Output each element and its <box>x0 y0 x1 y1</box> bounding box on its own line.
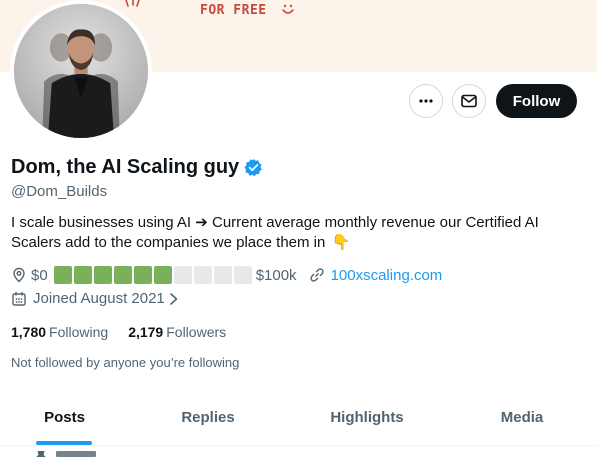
progress-segment-filled <box>153 266 172 284</box>
pointing-down-emoji: 👇 <box>331 234 351 251</box>
profile-meta-row: $0 $100k 100xscaling.com <box>11 266 442 284</box>
progress-segment-empty <box>173 266 192 284</box>
pinned-post-peek <box>36 451 96 457</box>
pinned-label-clipped <box>56 451 96 457</box>
profile-bio: I scale businesses using AI ➔ Current av… <box>11 213 581 253</box>
following-label: Following <box>49 324 109 340</box>
joined-date: Joined August 2021 <box>33 290 165 307</box>
profile-avatar[interactable] <box>10 0 152 142</box>
website-link[interactable]: 100xscaling.com <box>331 267 443 284</box>
progress-segment-empty <box>233 266 252 284</box>
followers-count: 2,179 <box>128 324 164 340</box>
location-pin-icon <box>13 267 25 283</box>
following-link[interactable]: 1,780 Following <box>11 324 108 340</box>
tab-label: Media <box>500 409 544 426</box>
link-icon <box>309 268 324 282</box>
tab-label: Highlights <box>330 409 404 426</box>
following-count: 1,780 <box>11 324 47 340</box>
pin-icon <box>36 451 46 457</box>
progress-segment-filled <box>53 266 72 284</box>
avatar-photo <box>14 4 148 138</box>
profile-tabs: Posts Replies Highlights Media <box>0 390 597 445</box>
tab-label: Replies <box>181 409 235 426</box>
progress-segment-filled <box>113 266 132 284</box>
progress-segment-empty <box>213 266 232 284</box>
tab-media[interactable]: Media <box>447 390 597 445</box>
tab-label: Posts <box>44 409 85 426</box>
profile-stats: 1,780 Following 2,179 Followers <box>11 324 226 340</box>
progress-segment-filled <box>73 266 92 284</box>
tab-replies[interactable]: Replies <box>129 390 287 445</box>
joined-row[interactable]: Joined August 2021 <box>11 290 180 307</box>
location-start: $0 <box>31 266 48 284</box>
more-dots-icon <box>419 99 433 103</box>
revenue-progress-bar <box>53 266 252 284</box>
followed-by-note: Not followed by anyone you’re following <box>11 355 240 370</box>
bio-text: I scale businesses using AI ➔ Current av… <box>11 214 539 251</box>
tab-highlights[interactable]: Highlights <box>287 390 447 445</box>
followers-label: Followers <box>166 324 227 340</box>
followers-link[interactable]: 2,179 Followers <box>128 324 226 340</box>
chevron-right-icon <box>169 292 178 305</box>
smiley-icon <box>282 4 294 14</box>
progress-segment-empty <box>193 266 212 284</box>
profile-handle: @Dom_Builds <box>11 183 108 200</box>
location-end: $100k <box>255 266 297 284</box>
banner-doodle-icon <box>125 0 140 7</box>
progress-segment-filled <box>133 266 152 284</box>
tab-posts[interactable]: Posts <box>0 390 129 445</box>
calendar-icon <box>12 291 26 306</box>
verified-badge-icon[interactable] <box>244 158 263 177</box>
banner-text: FOR FREE <box>200 3 267 18</box>
envelope-icon <box>461 94 477 108</box>
more-options-button[interactable] <box>409 84 443 118</box>
message-button[interactable] <box>452 84 486 118</box>
progress-segment-filled <box>93 266 112 284</box>
display-name: Dom, the AI Scaling guy <box>11 156 240 178</box>
follow-button[interactable]: Follow <box>496 84 577 118</box>
tabs-divider <box>0 445 597 446</box>
profile-name-row: Dom, the AI Scaling guy <box>11 156 263 179</box>
